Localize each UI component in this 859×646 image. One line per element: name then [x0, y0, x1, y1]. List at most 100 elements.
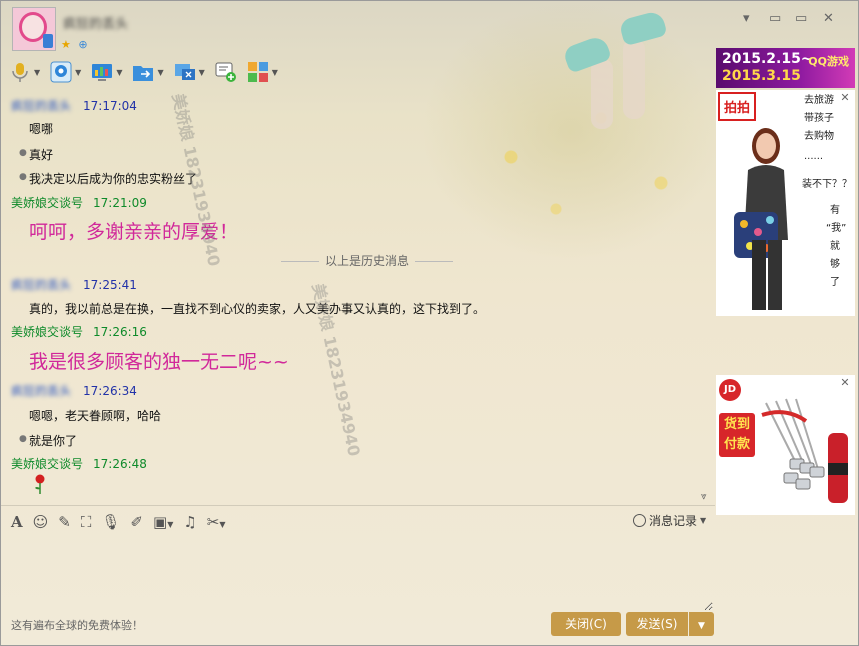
jd-ad[interactable]: JD ✕ 货到付款: [716, 375, 855, 515]
sender-name: 美娇娘交谈号: [11, 196, 84, 210]
remote-assist-button[interactable]: ▼: [91, 57, 122, 87]
ad-text: 就: [830, 241, 840, 252]
chevron-down-icon: ▼: [116, 67, 123, 77]
chevron-down-icon: ▼: [698, 621, 705, 631]
voice-button[interactable]: ▼: [9, 57, 40, 87]
message-time: 17:26:34: [83, 384, 137, 398]
remote-assist-icon: [92, 64, 113, 81]
minimize-icon[interactable]: ▭: [769, 11, 781, 26]
message-time: 17:21:09: [93, 196, 147, 210]
paipai-ad[interactable]: 拍拍 ✕ 去旅游 带孩子 去购物 ...... 装不下？？ 有 “我” 就 够 …: [716, 90, 855, 316]
screenshot-icon[interactable]: ⛶: [81, 513, 92, 531]
chat-window: 疯狂的丢头 ★ ⊕ ▾ ▭ ▭ ✕ ▼ ▼ ▼ ▼ ▼ ▼ 疯狂的丢头 17:1…: [0, 0, 859, 646]
qq-game-ad[interactable]: 2015.2.15~ 2015.3.15 QQ游戏: [716, 48, 855, 88]
message-header: 美娇娘交谈号 17:21:09: [11, 194, 147, 211]
ad-dates: 2015.3.15: [722, 68, 801, 84]
voice-msg-icon[interactable]: 🎙︎: [101, 513, 120, 531]
chat-history[interactable]: 疯狂的丢头 17:17:04 嗯哪 ● 真好 ● 我决定以后成为你的忠实粉丝了 美…: [1, 91, 715, 505]
edit-icon[interactable]: ✐: [130, 513, 143, 531]
screen-share-icon: [174, 64, 195, 80]
divider: [1, 505, 715, 506]
send-button[interactable]: 发送(S): [626, 612, 688, 636]
qq-show-icon[interactable]: ⊕: [78, 38, 87, 51]
scroll-down-icon[interactable]: ⩔: [701, 491, 707, 502]
minimize-menu-icon[interactable]: ▾: [743, 11, 750, 26]
message-input[interactable]: [9, 537, 713, 611]
voice-icon: [12, 63, 28, 82]
file-transfer-icon: [133, 66, 154, 81]
message-line: 嗯嗯，老天眷顾啊，哈哈: [29, 409, 162, 423]
message-time: 17:26:48: [93, 457, 147, 471]
message-header: 美娇娘交谈号 17:26:16: [11, 323, 147, 340]
footer-tip[interactable]: 这有遍布全球的免费体验！: [11, 617, 143, 633]
emoji-icon[interactable]: ☺: [33, 513, 49, 531]
history-divider: 以上是历史消息: [267, 252, 467, 269]
screen-share-button[interactable]: ▼: [174, 57, 205, 87]
sender-name: 美娇娘交谈号: [11, 325, 84, 339]
clock-icon: [633, 514, 646, 527]
sender-name: 疯狂的丢头: [11, 99, 72, 113]
chevron-down-icon: ▼: [271, 67, 278, 77]
message-header: 疯狂的丢头 17:25:41: [11, 276, 137, 293]
ad-woman-image: [734, 128, 788, 310]
ad-text: 带孩子: [804, 113, 834, 124]
chevron-down-icon: ▼: [157, 67, 164, 77]
message-history-label: 消息记录: [649, 514, 698, 528]
close-icon[interactable]: ✕: [823, 11, 834, 26]
ad-text: 去购物: [804, 131, 834, 142]
ad-text: ......: [804, 151, 824, 162]
rose-icon: [35, 474, 45, 494]
message-history-button[interactable]: 消息记录 ▼: [633, 512, 706, 529]
message-header: 疯狂的丢头 17:26:34: [11, 382, 137, 399]
jd-logo: JD: [719, 379, 741, 401]
contact-nickname: 疯狂的丢头: [63, 17, 129, 32]
golf-clubs-image: [761, 398, 848, 503]
close-icon[interactable]: ✕: [839, 92, 851, 104]
chevron-down-icon: ▼: [198, 67, 205, 77]
message-time: 17:25:41: [83, 278, 137, 292]
magic-icon[interactable]: ✎: [58, 513, 71, 531]
ad-dates: 2015.2.15~: [722, 51, 813, 67]
phone-icon: [43, 34, 53, 48]
sender-name: 疯狂的丢头: [11, 278, 72, 292]
edit-toolbar: A ☺ ✎ ⛶ 🎙︎ ✐ ▣▼ ♫ ✂▼: [11, 510, 236, 534]
close-icon[interactable]: ✕: [839, 377, 851, 389]
font-icon[interactable]: A: [11, 513, 23, 531]
close-button[interactable]: 关闭(C): [551, 612, 621, 636]
ad-text: 装不下？？: [802, 179, 852, 190]
maximize-icon[interactable]: ▭: [795, 11, 807, 26]
star-icon[interactable]: ★: [61, 38, 71, 51]
avatar[interactable]: [12, 7, 56, 51]
message-header: 美娇娘交谈号 17:26:48: [11, 455, 147, 472]
sender-name: 疯狂的丢头: [11, 384, 72, 398]
send-options-button[interactable]: ▼: [689, 612, 714, 636]
message-time: 17:26:16: [93, 325, 147, 339]
main-toolbar: ▼ ▼ ▼ ▼ ▼ ▼: [9, 57, 288, 87]
video-icon: [50, 61, 72, 83]
image-icon[interactable]: ▣▼: [153, 513, 173, 531]
apps-button[interactable]: ▼: [247, 57, 278, 87]
message-line: 呵呵，多谢亲亲的厚爱！: [29, 221, 239, 243]
ad-text: 够: [830, 259, 840, 270]
cut-icon[interactable]: ✂▼: [207, 513, 226, 531]
message-line: 我决定以后成为你的忠实粉丝了: [29, 172, 198, 186]
paipai-logo: 拍拍: [718, 92, 757, 121]
ad-text: 去旅游: [804, 95, 834, 106]
message-line: 真的，我以前总是在换，一直找不到心仪的卖家，人又美办事又认真的，这下找到了。: [29, 302, 486, 316]
video-button[interactable]: ▼: [50, 57, 81, 87]
music-icon[interactable]: ♫: [183, 513, 196, 531]
status-badges: ★ ⊕: [61, 38, 88, 51]
ad-text: 有: [830, 205, 840, 216]
qq-game-logo: QQ游戏: [808, 55, 849, 68]
file-transfer-button[interactable]: ▼: [132, 57, 164, 87]
apps-icon: [247, 62, 268, 82]
chevron-down-icon: ▼: [34, 67, 41, 77]
chevron-down-icon: ▼: [700, 516, 707, 525]
sender-name: 美娇娘交谈号: [11, 457, 84, 471]
message-line: 就是你了: [29, 434, 78, 448]
create-discussion-button[interactable]: [215, 57, 237, 87]
message-line: 嗯哪: [29, 122, 54, 136]
ad-text: 了: [830, 277, 840, 288]
jd-promo: 货到付款: [719, 413, 755, 457]
chevron-down-icon: ▼: [75, 67, 82, 77]
